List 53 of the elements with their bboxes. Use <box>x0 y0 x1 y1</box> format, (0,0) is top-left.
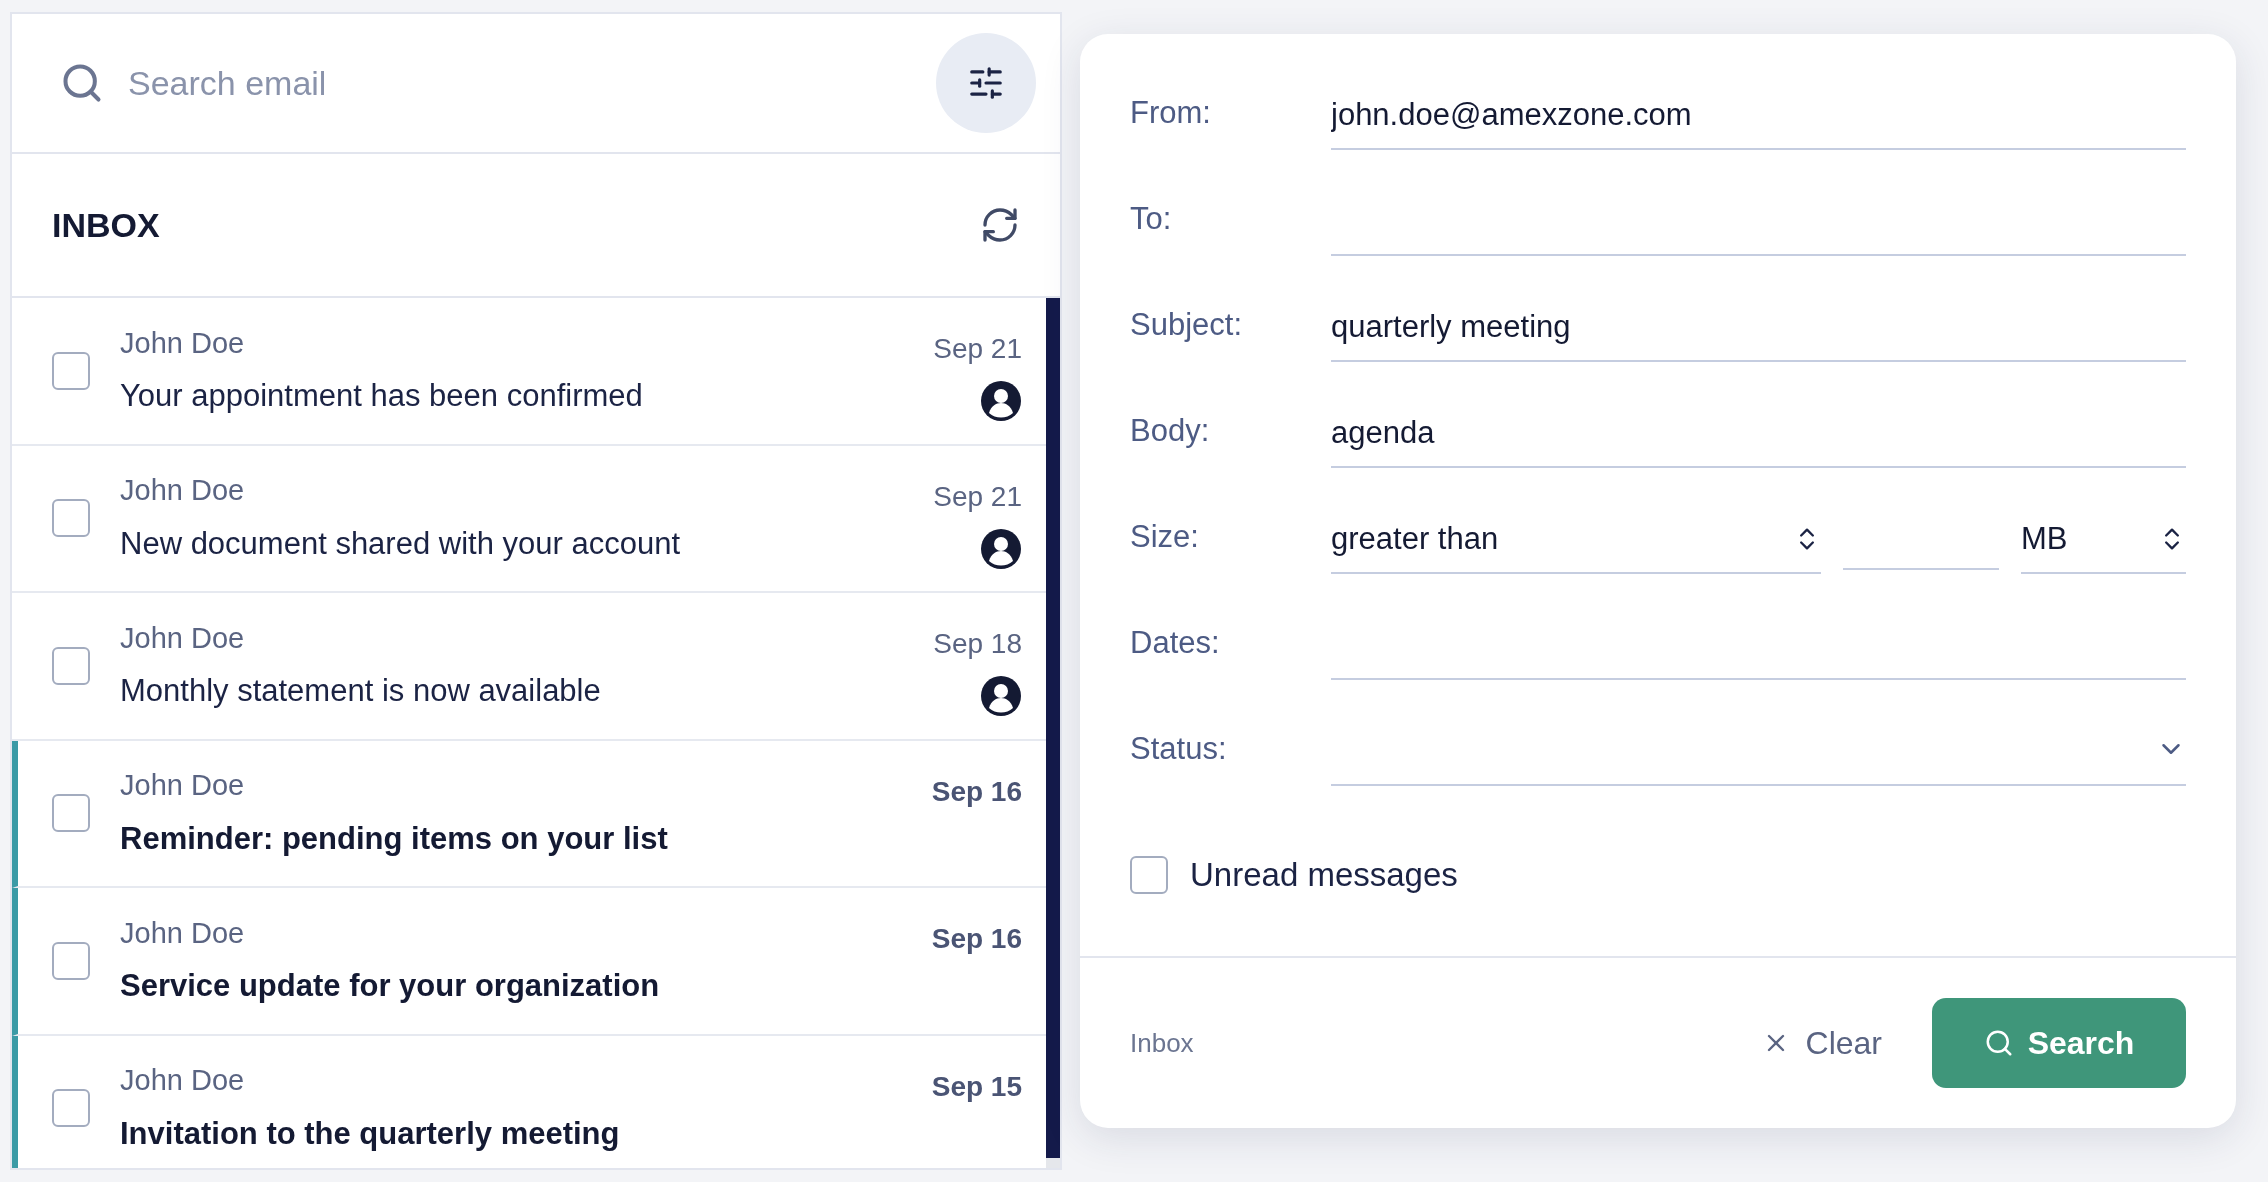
refresh-icon[interactable] <box>980 205 1020 245</box>
text-field[interactable]: john.doe@amexzone.com <box>1331 91 2186 150</box>
search-button[interactable]: Search <box>1932 998 2186 1088</box>
sender-name: John Doe <box>120 325 246 361</box>
field-label: Body: <box>1130 411 1211 450</box>
email-subject: New document shared with your account <box>120 524 681 563</box>
email-date: Sep 21 <box>933 332 1022 366</box>
checkbox[interactable] <box>52 499 90 538</box>
folder-label: Inbox <box>1130 1026 1195 1060</box>
email-row[interactable]: John Doe Monthly statement is now available Sep 18 <box>12 593 1046 741</box>
field-label: Dates: <box>1130 623 1221 662</box>
person-icon <box>980 527 1022 570</box>
field-label: To: <box>1130 199 1173 238</box>
clear-button[interactable]: Clear <box>1751 1019 1892 1067</box>
email-date: Sep 16 <box>931 922 1022 956</box>
sender-name: John Doe <box>120 473 246 509</box>
search-icon <box>60 61 104 105</box>
unread-checkbox-row[interactable]: Unread messages <box>1130 850 2186 900</box>
search-field[interactable]: Search email <box>128 57 912 109</box>
email-date: Sep 21 <box>933 479 1022 514</box>
email-subject: Invitation to the quarterly meeting <box>120 1114 621 1153</box>
person-icon <box>980 675 1022 717</box>
checkbox-label: Unread messages <box>1190 855 1458 895</box>
sender-name: John Doe <box>120 620 246 656</box>
email-row[interactable]: John Doe New document shared with your account Sep 21 <box>12 445 1046 593</box>
checkbox[interactable] <box>52 794 90 833</box>
email-subject: Service update for your organization <box>120 967 661 1006</box>
email-subject: Reminder: pending items on your list <box>120 819 669 858</box>
email-date: Sep 16 <box>931 774 1022 809</box>
email-subject: Monthly statement is now available <box>120 672 602 711</box>
text-field[interactable]: quarterly meeting <box>1331 303 2186 362</box>
field-label: Size: <box>1130 517 1200 556</box>
inbox-title: INBOX <box>52 204 160 246</box>
email-date: Sep 18 <box>933 627 1022 661</box>
checkbox[interactable] <box>52 351 90 390</box>
checkbox[interactable] <box>52 941 90 980</box>
checkbox[interactable] <box>52 646 90 685</box>
text-field[interactable]: agenda <box>1331 409 2186 468</box>
comparison-select[interactable]: greater than <box>1331 515 1821 574</box>
sender-name: John Doe <box>120 1063 246 1099</box>
email-date: Sep 15 <box>931 1069 1022 1104</box>
field-label: From: <box>1130 93 1212 132</box>
checkbox[interactable] <box>52 1089 90 1128</box>
field-label: Subject: <box>1130 305 1243 344</box>
email-row[interactable]: John Doe Your appointment has been confirmed Sep 21 <box>12 298 1046 446</box>
email-subject: Your appointment has been confirmed <box>120 377 644 416</box>
sender-name: John Doe <box>120 768 246 804</box>
checkbox[interactable] <box>1130 855 1168 894</box>
field-label: Status: <box>1130 729 1228 768</box>
unit-select[interactable]: MB <box>2021 515 2186 574</box>
sender-name: John Doe <box>120 915 246 951</box>
person-icon <box>980 380 1022 422</box>
settings-icon <box>967 64 1005 102</box>
